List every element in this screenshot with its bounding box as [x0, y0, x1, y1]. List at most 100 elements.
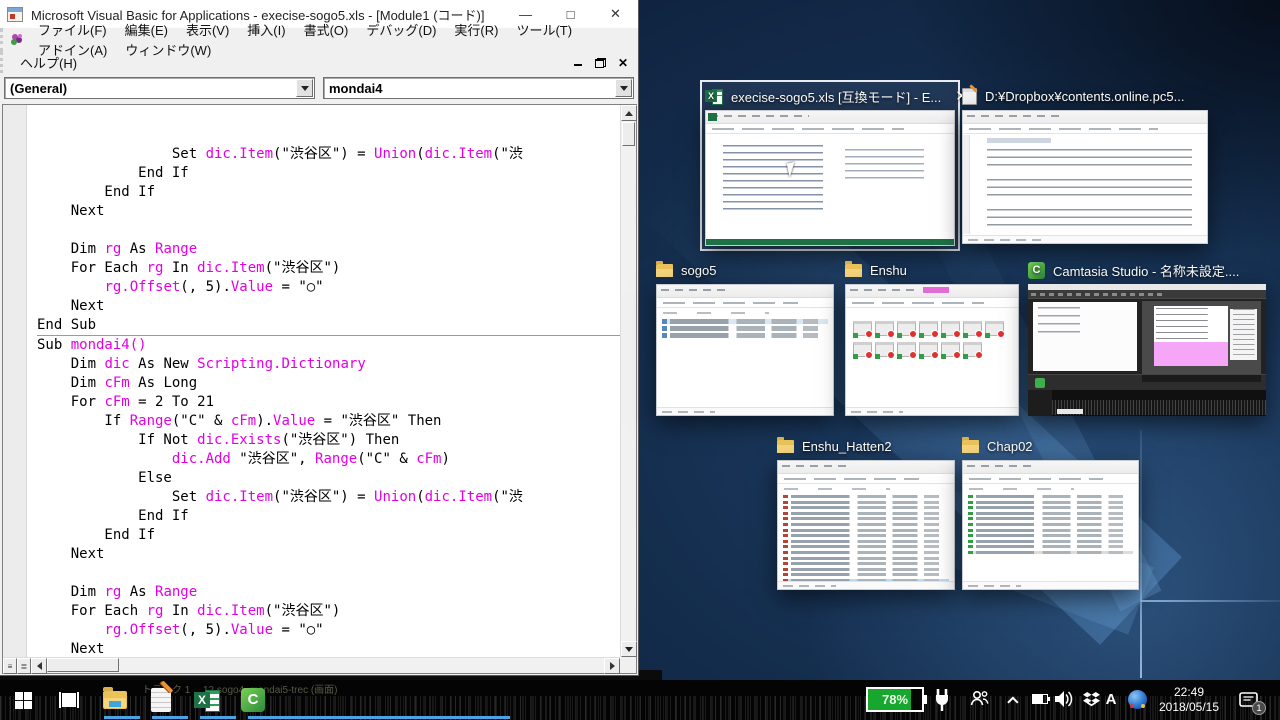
thumb-toolbar: [657, 285, 833, 298]
sheet-rows-right: [845, 149, 924, 184]
file-thumbnail: [853, 342, 872, 357]
menu-item[interactable]: 書式(O): [295, 23, 358, 38]
horizontal-scrollbar[interactable]: ≡ ≣: [3, 657, 620, 673]
cam-audio-waveform: [1052, 400, 1266, 415]
mdi-close-icon[interactable]: ✕: [618, 58, 628, 68]
file-thumbnail: [897, 321, 916, 336]
file-thumbnail: [853, 321, 872, 336]
mdi-restore-icon[interactable]: [595, 58, 606, 68]
show-hidden-icons-chevron[interactable]: [1009, 694, 1021, 706]
scroll-down-button[interactable]: [621, 641, 637, 657]
excel-icon: [705, 88, 723, 104]
taskbar-text-editor[interactable]: [138, 680, 184, 720]
code-line: End Sub: [37, 316, 620, 336]
file-list: [783, 495, 948, 590]
dropdown-arrow-button[interactable]: [296, 79, 313, 97]
taskview-card-chap02[interactable]: Chap02: [962, 434, 1139, 590]
chevron-down-icon: [301, 86, 309, 91]
start-button[interactable]: [0, 680, 46, 720]
scroll-up-button[interactable]: [621, 105, 637, 121]
power-plug-icon[interactable]: [933, 687, 951, 713]
taskview-card-excel[interactable]: execise-sogo5.xls [互換モード] - E... ✕: [700, 80, 960, 251]
code-editor-area[interactable]: Set dic.Item("渋谷区") = Union(dic.Item("渋 …: [28, 105, 620, 657]
explorer-thumbnail[interactable]: [845, 284, 1019, 416]
people-icon[interactable]: [970, 690, 990, 708]
vba-combo-row: (General) mondai4: [0, 73, 638, 103]
vertical-scrollbar[interactable]: [620, 105, 636, 657]
thumb-addressbar: [778, 474, 954, 484]
procedure-dropdown[interactable]: mondai4: [323, 77, 634, 99]
file-row: [968, 540, 1133, 543]
menu-item[interactable]: デバッグ(D): [357, 23, 445, 38]
excel-thumbnail[interactable]: [705, 110, 955, 246]
editor-highlight-line: [987, 138, 1050, 143]
thumb-toolbar: [963, 111, 1207, 124]
open-indicator: [104, 716, 140, 719]
battery-icon: [1032, 694, 1048, 704]
menu-item[interactable]: 挿入(I): [238, 23, 294, 38]
vba-menubar: ファイル(F)編集(E)表示(V)挿入(I)書式(O)デバッグ(D)実行(R)ツ…: [0, 28, 638, 52]
battery-percent-badge[interactable]: 78%: [866, 687, 924, 712]
colored-sphere-icon[interactable]: [1128, 690, 1147, 709]
editor-margin: [963, 135, 970, 234]
taskbar-camtasia[interactable]: C: [230, 680, 276, 720]
file-row: [662, 319, 827, 324]
horizontal-scroll-thumb[interactable]: [47, 658, 119, 672]
code-margin-indicator-bar[interactable]: [3, 105, 27, 657]
menu-item[interactable]: 表示(V): [177, 23, 238, 38]
procedure-view-button[interactable]: ≡: [3, 658, 17, 674]
ime-indicator[interactable]: A: [1102, 689, 1120, 709]
menu-item[interactable]: ツール(T): [507, 23, 581, 38]
arrow-right-icon: [610, 662, 615, 670]
explorer-thumbnail[interactable]: [962, 460, 1139, 590]
menu-item[interactable]: ウィンドウ(W): [116, 43, 220, 58]
menu-item-help[interactable]: ヘルプ(H): [11, 53, 86, 72]
battery-tray-icon[interactable]: [1030, 693, 1050, 705]
volume-icon[interactable]: [1053, 689, 1075, 709]
file-row: [968, 517, 1133, 520]
file-row: [783, 562, 948, 565]
code-line: rg.Offset(, 5).Value = "○": [37, 621, 620, 640]
code-lines: Set dic.Item("渋谷区") = Union(dic.Item("渋 …: [37, 145, 620, 657]
file-row: [968, 506, 1133, 509]
scroll-left-button[interactable]: [31, 658, 47, 674]
taskview-card-enshu-hatten2[interactable]: Enshu_Hatten2: [777, 434, 955, 590]
file-thumbnail: [919, 321, 938, 336]
full-module-view-button[interactable]: ≣: [17, 658, 31, 674]
file-row: [968, 529, 1133, 532]
scroll-right-button[interactable]: [604, 658, 620, 674]
task-view-button[interactable]: [46, 680, 92, 720]
taskview-card-camtasia[interactable]: C Camtasia Studio - 名称未設定....: [1028, 258, 1266, 416]
arrow-left-icon: [37, 662, 42, 670]
explorer-thumbnail[interactable]: [656, 284, 834, 416]
clock-date: 2018/05/15: [1159, 700, 1219, 715]
editor-thumbnail[interactable]: [962, 110, 1208, 244]
file-row: [662, 326, 827, 331]
file-list: [662, 319, 827, 340]
mouse-cursor: [787, 161, 804, 178]
cam-playback-controls: [1142, 375, 1261, 382]
card-label: Chap02: [987, 439, 1033, 454]
taskview-card-editor[interactable]: D:¥Dropbox¥contents.online.pc5...: [962, 84, 1208, 244]
action-center-button[interactable]: 1: [1236, 688, 1262, 712]
file-row: [783, 573, 948, 576]
mdi-minimize-icon[interactable]: [574, 58, 583, 67]
explorer-thumbnail[interactable]: [777, 460, 955, 590]
file-row: [968, 512, 1133, 515]
menu-item[interactable]: 実行(R): [445, 23, 507, 38]
taskview-card-sogo5[interactable]: sogo5: [656, 258, 834, 416]
taskbar-file-explorer[interactable]: [92, 680, 138, 720]
card-label: Enshu_Hatten2: [802, 439, 892, 454]
camtasia-thumbnail[interactable]: [1028, 284, 1266, 416]
vertical-scroll-thumb[interactable]: [622, 122, 635, 146]
dropbox-icon[interactable]: [1082, 690, 1100, 708]
taskview-card-enshu[interactable]: Enshu: [845, 258, 1019, 416]
taskbar-excel[interactable]: [184, 680, 230, 720]
menu-item[interactable]: 編集(E): [116, 23, 177, 38]
notepad-icon: [151, 688, 171, 712]
code-line: [37, 564, 620, 583]
menu-item[interactable]: ファイル(F): [29, 23, 116, 38]
clock[interactable]: 22:49 2018/05/15: [1148, 685, 1230, 715]
object-dropdown[interactable]: (General): [4, 77, 315, 99]
dropdown-arrow-button[interactable]: [615, 79, 632, 97]
